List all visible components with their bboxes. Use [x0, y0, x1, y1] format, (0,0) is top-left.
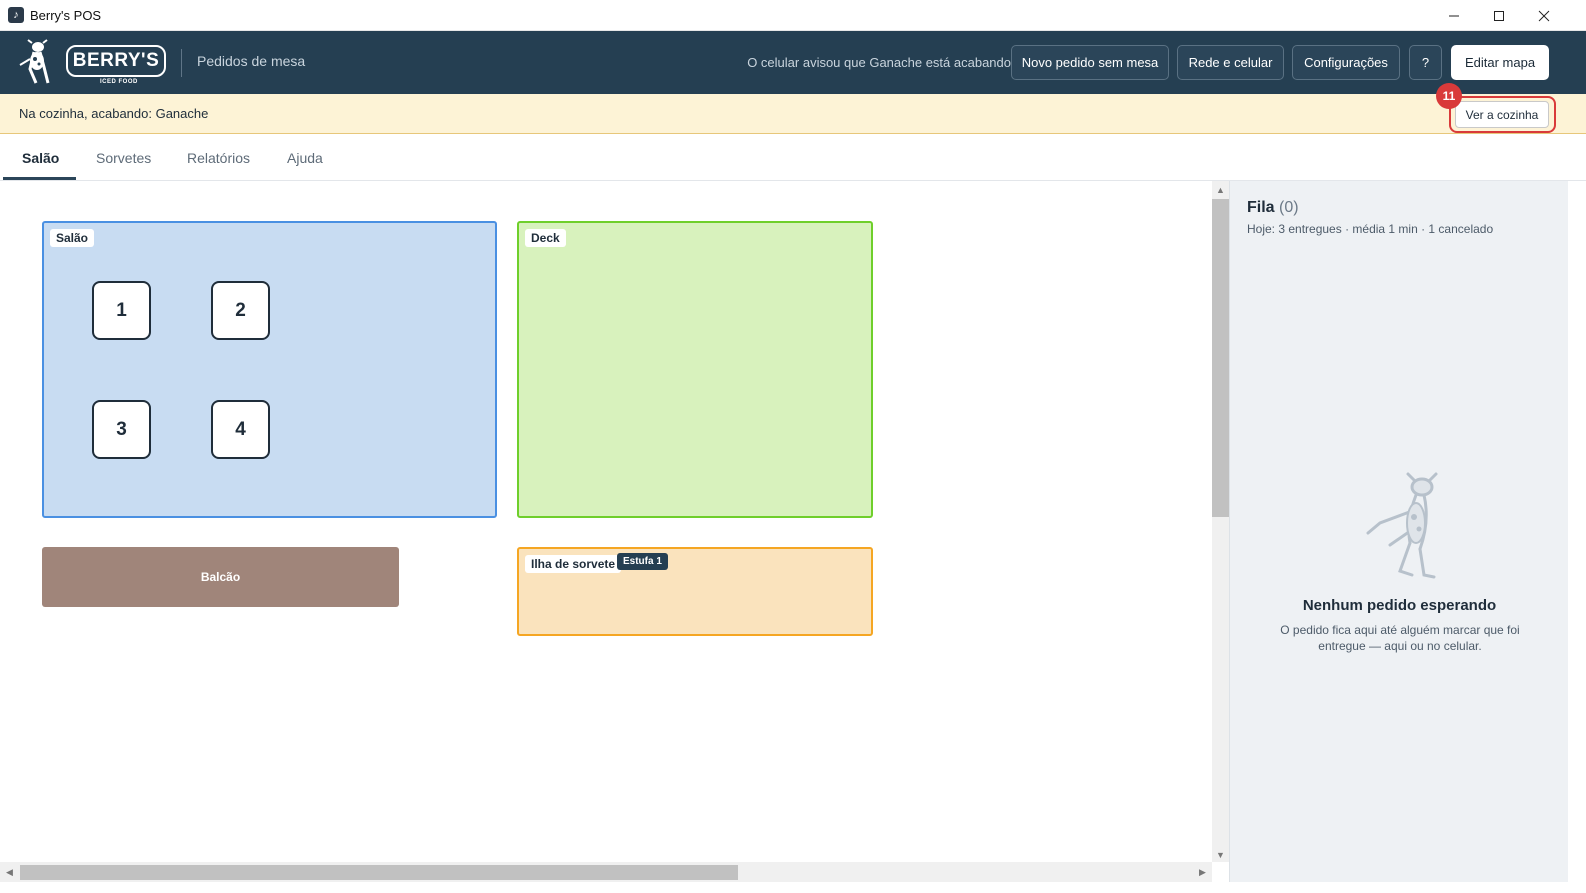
main-tabs: Salão Sorvetes Relatórios Ajuda [0, 134, 1586, 181]
view-kitchen-button[interactable]: Ver a cozinha [1455, 101, 1549, 128]
zone-label: Deck [525, 229, 566, 247]
kitchen-alert-bar: Na cozinha, acabando: Ganache [0, 94, 1586, 134]
table-2[interactable]: 2 [211, 281, 270, 340]
queue-title: Fila (0) [1247, 199, 1299, 217]
queue-count: (0) [1279, 199, 1299, 216]
zone-label: Ilha de sorvete [525, 555, 622, 573]
scroll-up-icon[interactable]: ▲ [1216, 185, 1225, 195]
scroll-down-icon[interactable]: ▼ [1216, 850, 1225, 860]
empty-queue-text: O pedido fica aqui até alguém marcar que… [1280, 623, 1520, 653]
kitchen-badge: 11 [1436, 83, 1462, 109]
maximize-icon[interactable] [1476, 0, 1522, 31]
phone-notice: O celular avisou que Ganache está acaban… [747, 55, 1011, 70]
window-title: Berry's POS [30, 7, 102, 23]
edit-map-button[interactable]: Editar mapa [1451, 45, 1549, 80]
logo-text: BERRY'S [66, 45, 166, 77]
table-1[interactable]: 1 [92, 281, 151, 340]
cow-logo-icon [19, 39, 50, 84]
zone-balcao[interactable]: Balcão [42, 547, 399, 607]
scroll-left-icon[interactable]: ◀ [6, 867, 13, 878]
page-subtitle: Pedidos de mesa [197, 53, 306, 69]
scroll-right-icon[interactable]: ▶ [1199, 867, 1206, 878]
floor-map: Salão 1 2 3 4 Deck Balcão Ilha de sorvet… [0, 181, 1212, 862]
settings-button[interactable]: Configurações [1292, 45, 1400, 80]
tab-sorvetes[interactable]: Sorvetes [96, 150, 151, 166]
freezer-tag: Estufa 1 [617, 553, 668, 570]
zone-salao[interactable]: Salão 1 2 3 4 [42, 221, 497, 518]
active-tab-indicator [3, 177, 76, 180]
minimize-icon[interactable] [1431, 0, 1477, 31]
zone-deck[interactable]: Deck [517, 221, 873, 518]
zone-label: Balcão [200, 570, 241, 584]
zone-label: Salão [50, 229, 95, 247]
queue-panel: Fila (0) Hoje: 3 entregues · média 1 min… [1229, 181, 1568, 882]
tab-salao[interactable]: Salão [22, 150, 59, 166]
tab-relatorios[interactable]: Relatórios [187, 150, 250, 166]
close-icon[interactable] [1521, 0, 1567, 31]
app-header: BERRY'S ICED FOOD Pedidos de mesa O celu… [0, 31, 1586, 94]
kitchen-alert-text: Na cozinha, acabando: Ganache [19, 106, 209, 121]
vertical-scroll-thumb[interactable] [1212, 199, 1229, 517]
logo-subtext: ICED FOOD [100, 79, 138, 85]
queue-title-label: Fila [1247, 199, 1275, 216]
help-button[interactable]: ? [1409, 45, 1442, 80]
queue-stats: Hoje: 3 entregues · média 1 min · 1 canc… [1247, 222, 1494, 236]
table-3[interactable]: 3 [92, 400, 151, 459]
empty-queue-title: Nenhum pedido esperando [1302, 597, 1497, 614]
zone-ilha-de-sorvete[interactable]: Ilha de sorvete Estufa 1 [517, 547, 873, 636]
network-button[interactable]: Rede e celular [1177, 45, 1284, 80]
app-icon: ♪ [8, 7, 24, 23]
horizontal-scroll-thumb[interactable] [20, 865, 738, 880]
cow-mascot-icon [1366, 472, 1438, 579]
window-titlebar: ♪ Berry's POS [0, 0, 1586, 31]
table-4[interactable]: 4 [211, 400, 270, 459]
new-order-button[interactable]: Novo pedido sem mesa [1011, 45, 1169, 80]
header-divider [181, 49, 182, 77]
tab-ajuda[interactable]: Ajuda [287, 150, 323, 166]
brand-logo: BERRY'S ICED FOOD [16, 39, 166, 87]
